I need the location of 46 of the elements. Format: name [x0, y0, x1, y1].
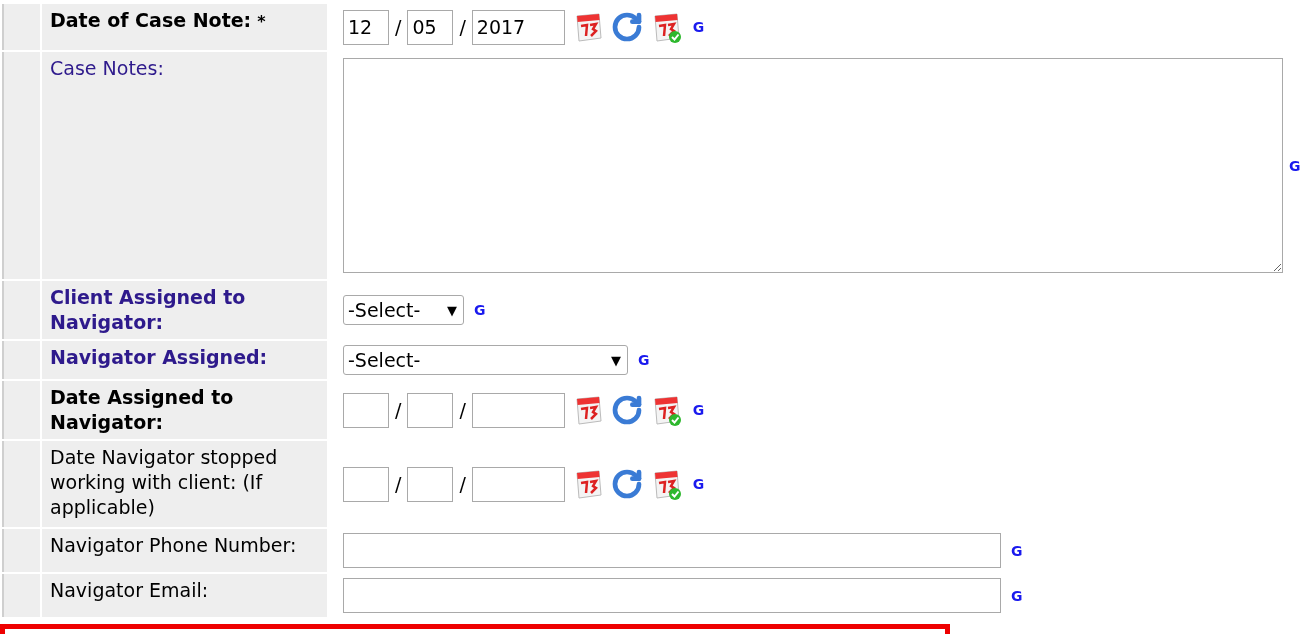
g-link[interactable]: G [692, 19, 705, 35]
year-field[interactable]: 2017 [471, 9, 565, 45]
g-link[interactable]: G [692, 402, 705, 418]
refresh-icon[interactable] [610, 394, 643, 426]
row-stub [2, 381, 40, 439]
refresh-icon[interactable] [610, 11, 643, 43]
field-label: Case Notes: [50, 57, 164, 79]
day-field[interactable] [343, 392, 389, 428]
row-stub [2, 4, 40, 50]
day-field[interactable]: 12 [343, 9, 389, 45]
date-separator: / [395, 473, 402, 495]
text-field[interactable] [343, 578, 1001, 613]
g-link[interactable]: G [1011, 542, 1023, 559]
row-stub [2, 529, 40, 572]
g-link[interactable]: G [1011, 587, 1023, 604]
field-label: Navigator Assigned: [50, 346, 268, 368]
row-stub [2, 574, 40, 617]
field-label: Date of Case Note: [50, 9, 252, 31]
g-link[interactable]: G [474, 302, 486, 318]
text-field[interactable] [343, 533, 1001, 568]
row-stub [2, 281, 40, 339]
row-stub [2, 341, 40, 379]
field-label: Client Assigned to Navigator: [50, 286, 246, 333]
field-label: Date Assigned to Navigator: [50, 386, 234, 433]
required-mark: * [257, 12, 266, 31]
year-field[interactable] [471, 466, 565, 502]
date-separator: / [459, 399, 466, 421]
field-label: Navigator Phone Number: [50, 534, 297, 556]
date-separator: / [459, 16, 466, 38]
year-field[interactable] [471, 392, 565, 428]
date-separator: / [395, 399, 402, 421]
month-field[interactable] [407, 466, 454, 502]
case-notes-field[interactable] [343, 58, 1283, 273]
month-field[interactable]: 05 [407, 9, 454, 45]
g-link[interactable]: G [1289, 157, 1301, 174]
refresh-icon[interactable] [610, 468, 643, 500]
date-separator: / [459, 473, 466, 495]
month-field[interactable] [407, 392, 454, 428]
g-link[interactable]: G [638, 352, 650, 368]
field-label: Navigator Email: [50, 579, 209, 601]
select-dropdown[interactable]: -Select- ▼ [343, 345, 628, 375]
g-link[interactable]: G [692, 476, 705, 492]
field-label: Date Navigator stopped working with client: (If applicable) [50, 446, 278, 518]
day-field[interactable] [343, 466, 389, 502]
date-separator: / [395, 16, 402, 38]
select-dropdown[interactable]: -Select- ▼ [343, 295, 464, 325]
